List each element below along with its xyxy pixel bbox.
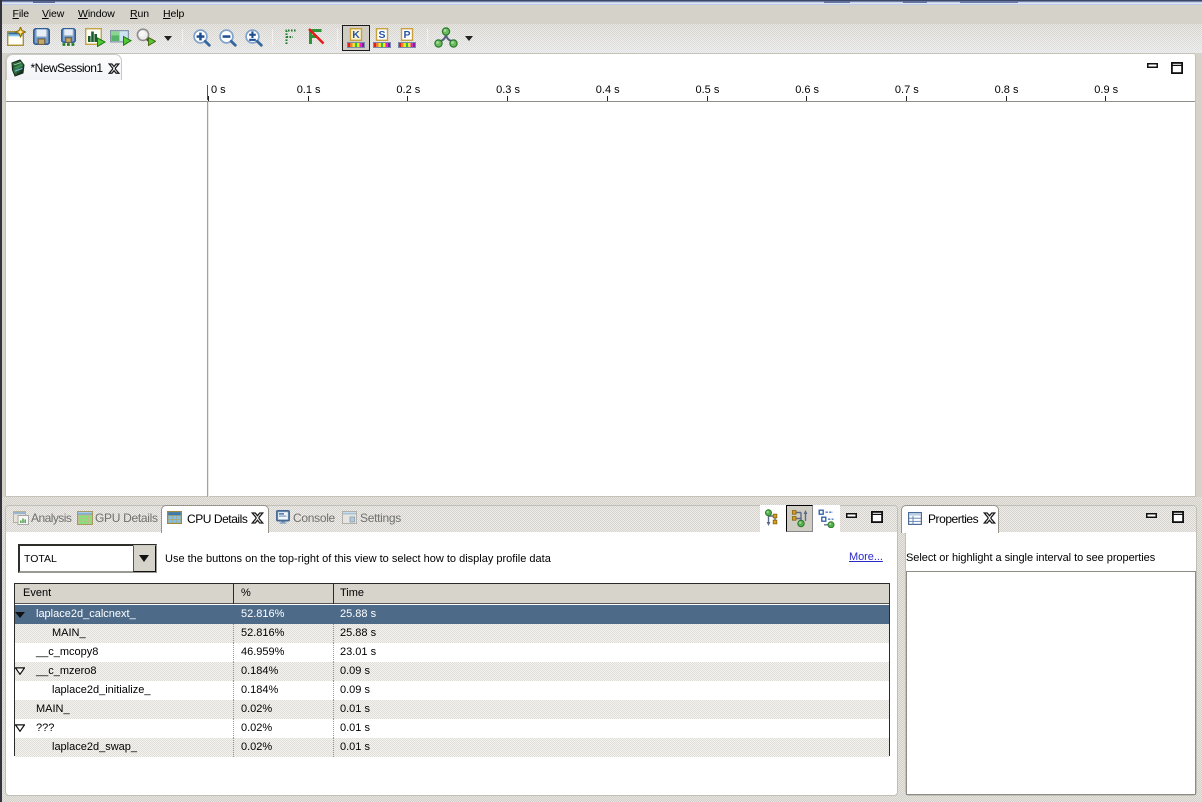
svg-text:S: S <box>378 29 385 41</box>
svg-text:K: K <box>352 29 360 41</box>
svg-text:P: P <box>403 29 410 41</box>
